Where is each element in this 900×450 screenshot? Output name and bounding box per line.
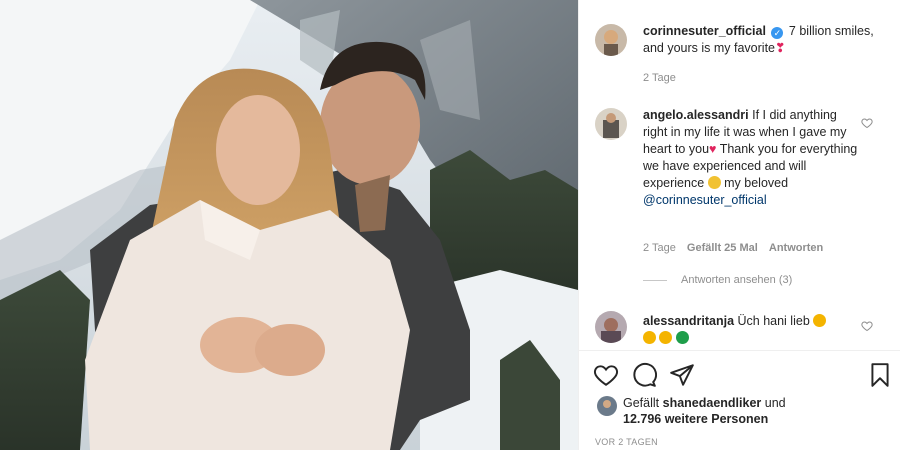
comment-like-heart-icon-2[interactable] (861, 320, 873, 332)
divider (579, 350, 900, 351)
caption-meta: 2 Tage (643, 72, 684, 84)
comment-text-3: my beloved (724, 176, 789, 190)
post-sidebar: corinnesuter_official ✓ 7 billion smiles… (578, 0, 900, 450)
comment-meta: 2 Tage Gefällt 25 Mal Antworten (643, 242, 831, 254)
comment-username[interactable]: angelo.alessandri (643, 108, 749, 122)
commenter-avatar-2[interactable] (595, 311, 627, 343)
smile-emoji-3 (659, 331, 673, 344)
clover-emoji (675, 331, 689, 344)
post-image (0, 0, 578, 450)
pray-emoji (707, 176, 721, 189)
liked-user[interactable]: shanedaendliker (663, 396, 762, 410)
commenter-avatar[interactable] (595, 108, 627, 140)
heart-icon[interactable] (593, 362, 619, 388)
replies-line (643, 279, 667, 281)
view-replies-button[interactable]: Antworten ansehen (3) (643, 274, 792, 286)
comment-2: alessandritanja Üch hani lieb (643, 313, 863, 347)
action-bar (593, 362, 893, 388)
post-photo[interactable] (0, 0, 578, 450)
reply-button[interactable]: Antworten (769, 242, 823, 254)
bookmark-icon[interactable] (867, 362, 893, 388)
comment-like-heart-icon[interactable] (861, 117, 873, 129)
comment: angelo.alessandri If I did anything righ… (643, 107, 863, 209)
caption-emoji: ❣ (775, 41, 786, 55)
author-avatar[interactable] (595, 24, 627, 56)
verified-icon: ✓ (771, 27, 784, 39)
caption-age[interactable]: 2 Tage (643, 72, 676, 84)
author-username[interactable]: corinnesuter_official (643, 24, 766, 38)
liker-avatar[interactable] (597, 396, 617, 416)
view-replies-label: Antworten ansehen (3) (681, 274, 793, 286)
share-icon[interactable] (669, 362, 695, 388)
comment-likes[interactable]: Gefällt 25 Mal (687, 242, 758, 254)
heart-emoji: ♥ (709, 142, 717, 156)
comment-age[interactable]: 2 Tage (643, 242, 676, 254)
comment-mention[interactable]: @corinnesuter_official (643, 193, 767, 207)
liked-others[interactable]: 12.796 weitere Personen (623, 412, 768, 426)
smile-emoji (813, 314, 827, 327)
comment-text-2b: Üch hani lieb (737, 314, 810, 328)
likes-summary: Gefällt shanedaendliker und 12.796 weite… (623, 395, 786, 427)
post-timestamp[interactable]: VOR 2 TAGEN (595, 437, 658, 447)
liked-prefix: Gefällt (623, 396, 660, 410)
post-caption: corinnesuter_official ✓ 7 billion smiles… (643, 23, 883, 57)
comment-icon[interactable] (631, 362, 657, 388)
comment-username-2[interactable]: alessandritanja (643, 314, 734, 328)
liked-and: und (764, 396, 786, 410)
smile-emoji-2 (643, 331, 656, 344)
